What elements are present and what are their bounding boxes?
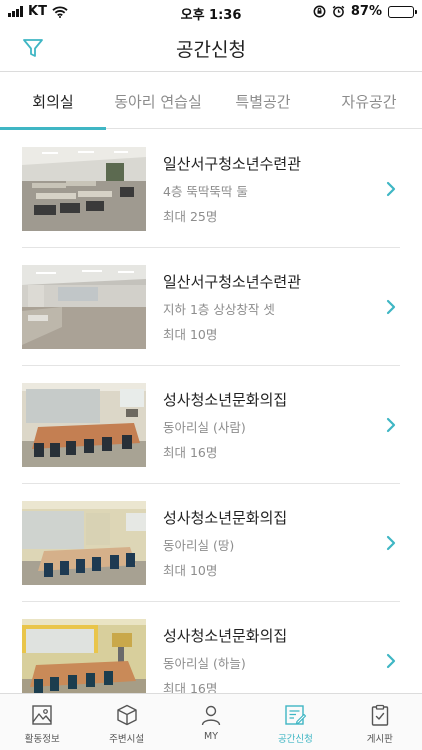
cube-icon — [116, 704, 137, 726]
nav-item-board[interactable]: 게시판 — [338, 694, 422, 750]
person-icon — [201, 705, 221, 726]
venue-name: 성사청소년문화의집 — [163, 390, 288, 409]
nav-item-activity-info[interactable]: 활동정보 — [0, 694, 84, 750]
nav-label: 주변시설 — [109, 734, 145, 745]
room-capacity: 최대 10명 — [163, 562, 218, 578]
tab-meeting-room[interactable]: 회의실 — [0, 73, 106, 130]
nav-label: 공간신청 — [277, 734, 313, 745]
nav-label: 활동정보 — [24, 734, 60, 745]
room-list: 일산서구청소년수련관 4층 뚝딱뚝딱 둘 최대 25명 일산서구청소년수련관 지… — [0, 130, 422, 693]
chevron-right-icon — [386, 653, 396, 668]
app-header: 공간신청 — [0, 24, 422, 72]
room-photo — [22, 500, 146, 585]
tab-special-space[interactable]: 특별공간 — [210, 73, 316, 129]
venue-name: 성사청소년문화의집 — [163, 508, 288, 527]
battery-icon — [388, 5, 417, 18]
status-right: 87% — [313, 4, 417, 19]
room-capacity: 최대 16명 — [163, 444, 218, 460]
room-name: 지하 1층 상상창작 셋 — [163, 301, 275, 317]
room-info: 성사청소년문화의집 동아리실 (하늘) 최대 16명 — [163, 625, 400, 694]
bottom-nav: 활동정보 주변시설 MY 공간신청 게시판 — [0, 693, 422, 750]
room-name: 동아리실 (하늘) — [163, 655, 246, 671]
clipboard-icon — [371, 704, 389, 726]
alarm-icon — [332, 5, 345, 18]
list-item[interactable]: 일산서구청소년수련관 지하 1층 상상창작 셋 최대 10명 — [22, 248, 400, 366]
list-item[interactable]: 성사청소년문화의집 동아리실 (하늘) 최대 16명 — [22, 602, 400, 693]
list-item[interactable]: 성사청소년문화의집 동아리실 (사람) 최대 16명 — [22, 366, 400, 484]
room-photo — [22, 618, 146, 693]
room-name: 동아리실 (사람) — [163, 419, 246, 435]
room-capacity: 최대 25명 — [163, 208, 218, 224]
tab-club-practice-room[interactable]: 동아리 연습실 — [106, 73, 210, 129]
venue-name: 일산서구청소년수련관 — [163, 272, 302, 291]
list-item[interactable]: 일산서구청소년수련관 4층 뚝딱뚝딱 둘 최대 25명 — [22, 130, 400, 248]
apply-document-icon — [285, 705, 307, 725]
chevron-right-icon — [386, 181, 396, 196]
tab-free-space[interactable]: 자유공간 — [316, 73, 422, 129]
chevron-right-icon — [386, 299, 396, 314]
chevron-right-icon — [386, 535, 396, 550]
room-info: 일산서구청소년수련관 4층 뚝딱뚝딱 둘 최대 25명 — [163, 153, 400, 225]
room-info: 성사청소년문화의집 동아리실 (사람) 최대 16명 — [163, 389, 400, 461]
room-capacity: 최대 10명 — [163, 326, 218, 342]
room-photo — [22, 146, 146, 231]
nav-item-my[interactable]: MY — [169, 694, 253, 750]
room-info: 성사청소년문화의집 동아리실 (땅) 최대 10명 — [163, 507, 400, 579]
nav-item-nearby-facilities[interactable]: 주변시설 — [84, 694, 168, 750]
room-name: 4층 뚝딱뚝딱 둘 — [163, 183, 248, 199]
venue-name: 일산서구청소년수련관 — [163, 154, 302, 173]
page-title: 공간신청 — [176, 39, 246, 61]
battery-percent: 87% — [350, 4, 382, 19]
nav-item-space-application[interactable]: 공간신청 — [253, 694, 337, 750]
room-info: 일산서구청소년수련관 지하 1층 상상창작 셋 최대 10명 — [163, 271, 400, 343]
status-bar: KT 오후 1:36 87% — [0, 0, 422, 24]
category-tabs: 회의실 동아리 연습실 특별공간 자유공간 — [0, 73, 422, 130]
room-name: 동아리실 (땅) — [163, 537, 235, 553]
venue-name: 성사청소년문화의집 — [163, 626, 288, 645]
room-capacity: 최대 16명 — [163, 680, 218, 694]
room-photo — [22, 264, 146, 349]
room-photo — [22, 382, 146, 467]
list-item[interactable]: 성사청소년문화의집 동아리실 (땅) 최대 10명 — [22, 484, 400, 602]
photo-icon — [32, 705, 52, 725]
chevron-right-icon — [386, 417, 396, 432]
rotation-lock-icon — [313, 5, 326, 18]
nav-label: MY — [204, 731, 219, 742]
nav-label: 게시판 — [366, 734, 393, 745]
